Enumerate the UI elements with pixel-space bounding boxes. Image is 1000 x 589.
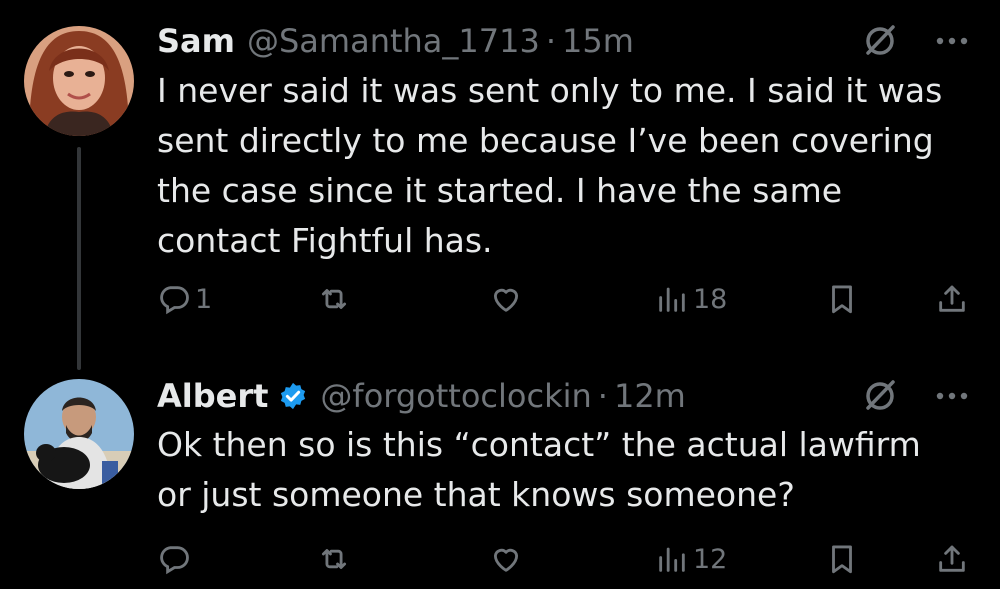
avatar[interactable] (24, 379, 134, 489)
avatar[interactable] (24, 26, 134, 136)
reply-button[interactable]: 1 (157, 277, 212, 321)
action-bar: 12 (157, 537, 977, 581)
heart-icon (489, 282, 523, 316)
separator-dot: · (545, 22, 557, 60)
reply-button[interactable] (157, 537, 195, 581)
display-name[interactable]: Sam (157, 19, 235, 63)
display-name[interactable]: Albert (157, 374, 268, 418)
heart-icon (489, 542, 523, 576)
share-icon (935, 282, 969, 316)
verified-badge-icon[interactable] (278, 381, 308, 411)
repost-icon (317, 542, 351, 576)
reply-count: 1 (195, 283, 213, 315)
bookmark-button[interactable] (825, 277, 859, 321)
views-icon (655, 542, 689, 576)
grok-icon[interactable] (858, 19, 902, 63)
tweet-header: Albert @forgottoclockin · 12m (157, 374, 686, 418)
bookmark-button[interactable] (825, 537, 859, 581)
more-icon[interactable] (932, 19, 972, 63)
like-button[interactable] (489, 537, 527, 581)
tweet-header: Sam @Samantha_1713 · 15m (157, 19, 634, 63)
views-button[interactable]: 12 (655, 537, 727, 581)
reply-icon (157, 282, 191, 316)
action-bar: 1 18 (157, 277, 977, 321)
repost-button[interactable] (317, 277, 355, 321)
user-handle[interactable]: @forgottoclockin (320, 374, 591, 418)
view-count: 12 (693, 543, 728, 575)
share-icon (935, 542, 969, 576)
views-icon (655, 282, 689, 316)
user-handle[interactable]: @Samantha_1713 (247, 19, 540, 63)
views-button[interactable]: 18 (655, 277, 727, 321)
bookmark-icon (825, 542, 859, 576)
more-icon[interactable] (932, 374, 972, 418)
tweet-text: I never said it was sent only to me. I s… (157, 71, 943, 260)
share-button[interactable] (935, 537, 969, 581)
share-button[interactable] (935, 277, 969, 321)
tweet-text: Ok then so is this “contact” the actual … (157, 425, 921, 514)
view-count: 18 (693, 283, 728, 315)
separator-dot: · (597, 377, 608, 415)
thread-line (77, 147, 81, 370)
grok-icon[interactable] (858, 374, 902, 418)
like-button[interactable] (489, 277, 527, 321)
reply-icon (157, 542, 191, 576)
repost-button[interactable] (317, 537, 355, 581)
timestamp[interactable]: 12m (614, 374, 686, 418)
repost-icon (317, 282, 351, 316)
bookmark-icon (825, 282, 859, 316)
tweet[interactable]: Albert @forgottoclockin · 12m Ok then so… (0, 352, 1000, 589)
tweet[interactable]: Sam @Samantha_1713 · 15m I never said it… (0, 0, 1000, 370)
timestamp[interactable]: 15m (562, 19, 634, 63)
